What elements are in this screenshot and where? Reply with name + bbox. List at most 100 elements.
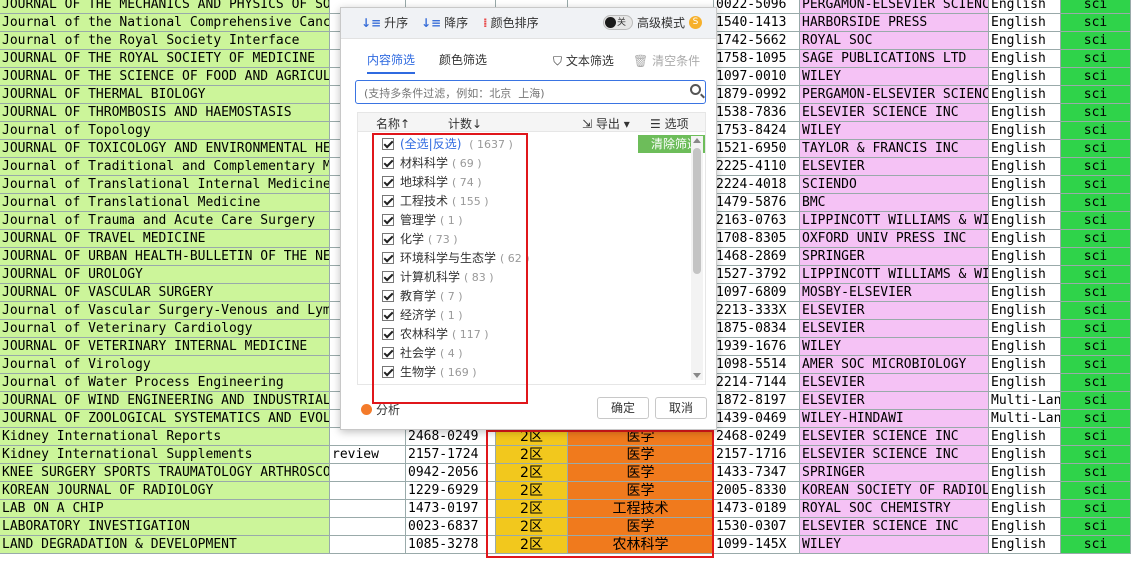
cell-eissn[interactable]: 1433-7347	[714, 464, 800, 482]
cell-language[interactable]: English	[989, 482, 1061, 500]
cell-journal-title[interactable]: LABORATORY INVESTIGATION	[0, 518, 330, 536]
cell-journal-title[interactable]: LAB ON A CHIP	[0, 500, 330, 518]
cell-journal-title[interactable]: Journal of Trauma and Acute Care Surgery	[0, 212, 330, 230]
cell-journal-title[interactable]: Journal of the National Comprehensive Ca…	[0, 14, 330, 32]
cell-language[interactable]: English	[989, 104, 1061, 122]
cell-journal-title[interactable]: JOURNAL OF THE ROYAL SOCIETY OF MEDICINE	[0, 50, 330, 68]
cell-eissn[interactable]: 1473-0189	[714, 500, 800, 518]
cell-publisher[interactable]: KOREAN SOCIETY OF RADIOLOGY	[800, 482, 989, 500]
cell-index[interactable]: sci	[1061, 410, 1131, 428]
item-checkbox[interactable]	[382, 195, 394, 207]
cell-journal-title[interactable]: Journal of Vascular Surgery-Venous and L…	[0, 302, 330, 320]
cell-eissn[interactable]: 1939-1676	[714, 338, 800, 356]
cell-publisher[interactable]: HARBORSIDE PRESS	[800, 14, 989, 32]
cell-journal-title[interactable]: KOREAN JOURNAL OF RADIOLOGY	[0, 482, 330, 500]
cell-eissn[interactable]: 1439-0469	[714, 410, 800, 428]
cell-index[interactable]: sci	[1061, 248, 1131, 266]
item-checkbox[interactable]	[382, 157, 394, 169]
cell-index[interactable]: sci	[1061, 392, 1131, 410]
cell-publisher[interactable]: ELSEVIER	[800, 374, 989, 392]
cell-subject[interactable]: 医学	[568, 428, 714, 446]
cell-journal-title[interactable]: Kidney International Supplements	[0, 446, 330, 464]
cell-journal-title[interactable]: JOURNAL OF VASCULAR SURGERY	[0, 284, 330, 302]
cell-note[interactable]	[330, 428, 406, 446]
table-row[interactable]: LAB ON A CHIP 1473-0197 2区 工程技术 1473-0189 ROY…	[0, 500, 1131, 518]
advanced-mode-toggle[interactable]: 关	[603, 15, 633, 30]
cell-publisher[interactable]: ELSEVIER SCIENCE INC	[800, 104, 989, 122]
cell-eissn[interactable]: 1530-0307	[714, 518, 800, 536]
cell-language[interactable]: English	[989, 356, 1061, 374]
cell-publisher[interactable]: PERGAMON-ELSEVIER SCIENCE LTD	[800, 0, 989, 14]
cell-publisher[interactable]: TAYLOR & FRANCIS INC	[800, 140, 989, 158]
cell-subject[interactable]: 工程技术	[568, 500, 714, 518]
analyze-button[interactable]: 分析	[361, 401, 400, 418]
tab-color-filter[interactable]: 颜色筛选	[439, 51, 487, 68]
cell-index[interactable]: sci	[1061, 230, 1131, 248]
cell-eissn[interactable]: 1753-8424	[714, 122, 800, 140]
cell-language[interactable]: English	[989, 68, 1061, 86]
cell-publisher[interactable]: SPRINGER	[800, 464, 989, 482]
cell-journal-title[interactable]: Journal of the Royal Society Interface	[0, 32, 330, 50]
cell-subject[interactable]: 医学	[568, 446, 714, 464]
cell-index[interactable]: sci	[1061, 50, 1131, 68]
cell-eissn[interactable]: 1479-5876	[714, 194, 800, 212]
cell-language[interactable]: English	[989, 320, 1061, 338]
cell-language[interactable]: English	[989, 464, 1061, 482]
cell-language[interactable]: English	[989, 212, 1061, 230]
cell-language[interactable]: English	[989, 374, 1061, 392]
table-row[interactable]: LABORATORY INVESTIGATION 0023-6837 2区 医学 153…	[0, 518, 1131, 536]
cell-zone[interactable]: 2区	[496, 536, 568, 554]
cell-language[interactable]: English	[989, 14, 1061, 32]
cell-issn[interactable]: 0942-2056	[406, 464, 496, 482]
cell-journal-title[interactable]: JOURNAL OF THROMBOSIS AND HAEMOSTASIS	[0, 104, 330, 122]
cell-journal-title[interactable]: Journal of Water Process Engineering	[0, 374, 330, 392]
cell-journal-title[interactable]: JOURNAL OF THERMAL BIOLOGY	[0, 86, 330, 104]
cell-language[interactable]: Multi-Language	[989, 392, 1061, 410]
cell-index[interactable]: sci	[1061, 140, 1131, 158]
cell-publisher[interactable]: WILEY	[800, 68, 989, 86]
cell-index[interactable]: sci	[1061, 104, 1131, 122]
cell-language[interactable]: English	[989, 32, 1061, 50]
cell-index[interactable]: sci	[1061, 212, 1131, 230]
cell-eissn[interactable]: 1879-0992	[714, 86, 800, 104]
color-sort-button[interactable]: ⁞ 颜色排序	[483, 14, 539, 32]
cell-language[interactable]: English	[989, 302, 1061, 320]
cell-index[interactable]: sci	[1061, 320, 1131, 338]
cell-zone[interactable]: 2区	[496, 464, 568, 482]
table-row[interactable]: Kidney International Reports 2468-0249 2区医…	[0, 428, 1131, 446]
cell-language[interactable]: Multi-Language	[989, 410, 1061, 428]
cell-journal-title[interactable]: JOURNAL OF THE MECHANICS AND PHYSICS OF …	[0, 0, 330, 14]
cell-language[interactable]: English	[989, 338, 1061, 356]
cell-eissn[interactable]: 1098-5514	[714, 356, 800, 374]
cell-note[interactable]	[330, 536, 406, 554]
cell-journal-title[interactable]: Journal of Translational Medicine	[0, 194, 330, 212]
cell-language[interactable]: English	[989, 248, 1061, 266]
cell-index[interactable]: sci	[1061, 518, 1131, 536]
cell-index[interactable]: sci	[1061, 14, 1131, 32]
cell-eissn[interactable]: 1521-6950	[714, 140, 800, 158]
export-button[interactable]: ⇲ 导出 ▾	[582, 115, 630, 132]
cell-eissn[interactable]: 1758-1095	[714, 50, 800, 68]
cell-eissn[interactable]: 2224-4018	[714, 176, 800, 194]
cell-eissn[interactable]: 1097-6809	[714, 284, 800, 302]
cell-journal-title[interactable]: JOURNAL OF URBAN HEALTH-BULLETIN OF THE …	[0, 248, 330, 266]
cell-language[interactable]: English	[989, 266, 1061, 284]
table-row[interactable]: Kidney International Supplements review 21…	[0, 446, 1131, 464]
cell-issn[interactable]: 2157-1724	[406, 446, 496, 464]
cell-issn[interactable]: 1473-0197	[406, 500, 496, 518]
cell-note[interactable]: review	[330, 446, 406, 464]
cell-journal-title[interactable]: Journal of Translational Internal Medici…	[0, 176, 330, 194]
cell-publisher[interactable]: SCIENDO	[800, 176, 989, 194]
cell-eissn[interactable]: 2157-1716	[714, 446, 800, 464]
cell-subject[interactable]: 医学	[568, 518, 714, 536]
cell-publisher[interactable]: ELSEVIER	[800, 302, 989, 320]
cell-eissn[interactable]: 1875-0834	[714, 320, 800, 338]
cell-journal-title[interactable]: Journal of Veterinary Cardiology	[0, 320, 330, 338]
cell-zone[interactable]: 2区	[496, 482, 568, 500]
cell-index[interactable]: sci	[1061, 374, 1131, 392]
item-checkbox[interactable]	[382, 233, 394, 245]
cell-index[interactable]: sci	[1061, 500, 1131, 518]
item-checkbox[interactable]	[382, 366, 394, 378]
cell-publisher[interactable]: ELSEVIER	[800, 158, 989, 176]
clear-conditions-button[interactable]: 🗑 清空条件	[633, 52, 700, 69]
